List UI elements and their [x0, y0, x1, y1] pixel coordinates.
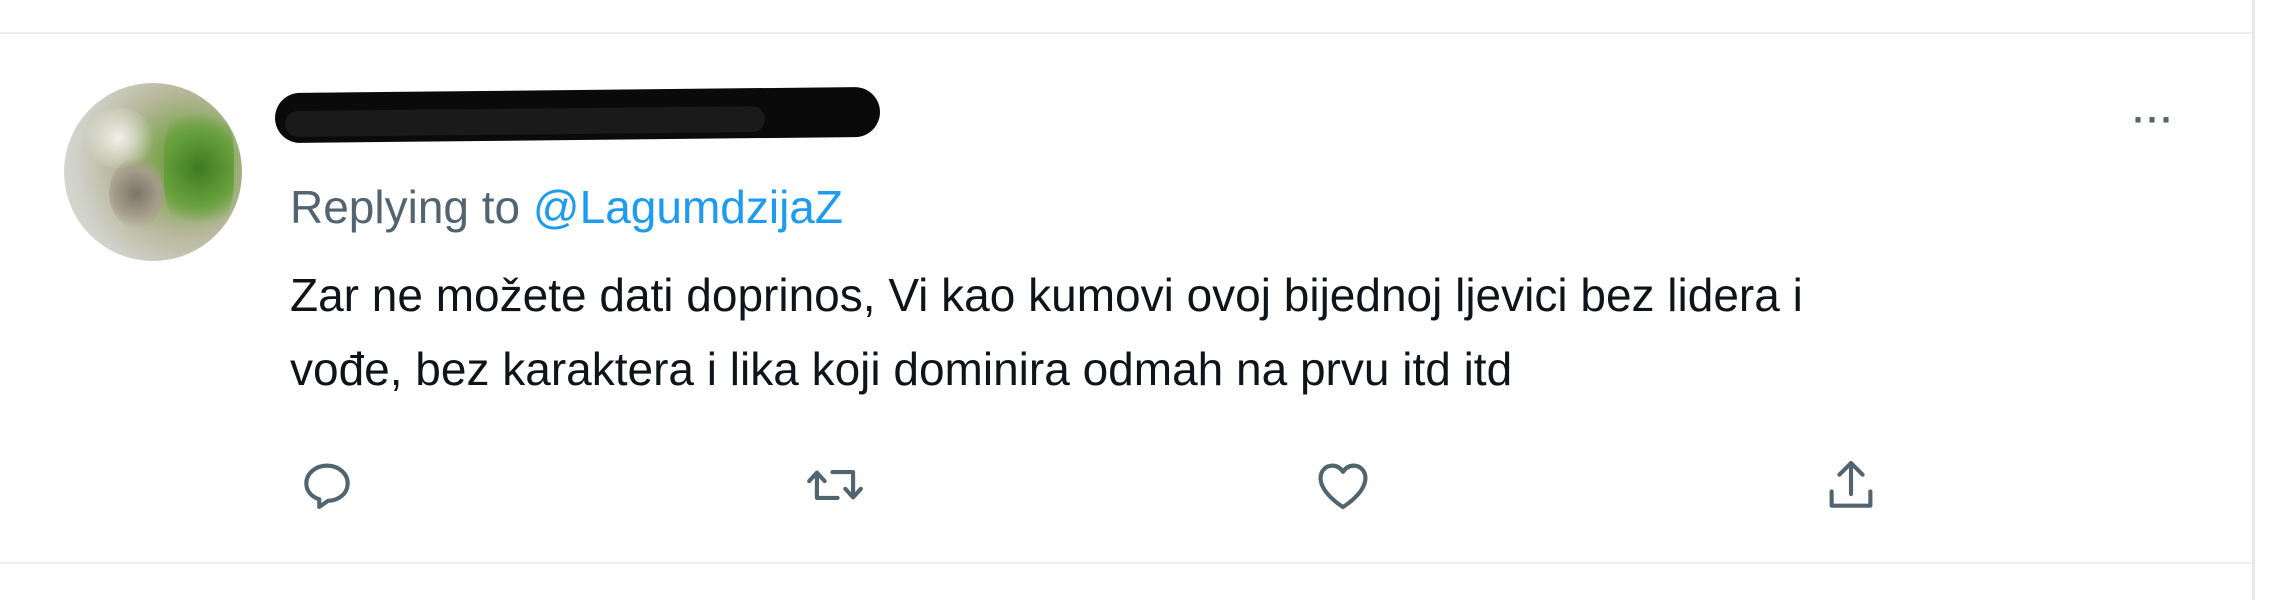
- column-border: [2252, 0, 2255, 600]
- replying-handle-link[interactable]: @LagumdzijaZ: [533, 181, 843, 233]
- retweet-icon: [807, 470, 863, 500]
- bottom-divider: [0, 562, 2252, 564]
- avatar-foliage: [164, 103, 234, 233]
- share-button[interactable]: [1816, 450, 1886, 520]
- tweet-actions: [0, 450, 2252, 520]
- replying-to-line: Replying to @LagumdzijaZ: [290, 180, 843, 233]
- replying-prefix: Replying to: [290, 181, 521, 233]
- like-button[interactable]: [1308, 450, 1378, 520]
- redacted-author-name: [274, 86, 881, 144]
- reply-button[interactable]: [292, 450, 362, 520]
- more-options-button[interactable]: ···: [2122, 100, 2186, 140]
- tweet-text-line: vođe, bez karaktera i lika koji dominira…: [290, 343, 1513, 395]
- avatar-shape: [109, 158, 164, 228]
- heart-icon: [1318, 463, 1368, 510]
- tweet-text: Zar ne možete dati doprinos, Vi kao kumo…: [290, 258, 2190, 406]
- reply-icon: [304, 463, 350, 510]
- avatar[interactable]: [64, 83, 242, 261]
- retweet-button[interactable]: [800, 450, 870, 520]
- more-icon: ···: [2133, 99, 2175, 140]
- tweet-text-line: Zar ne možete dati doprinos, Vi kao kumo…: [290, 269, 1803, 321]
- share-icon: [1829, 460, 1873, 508]
